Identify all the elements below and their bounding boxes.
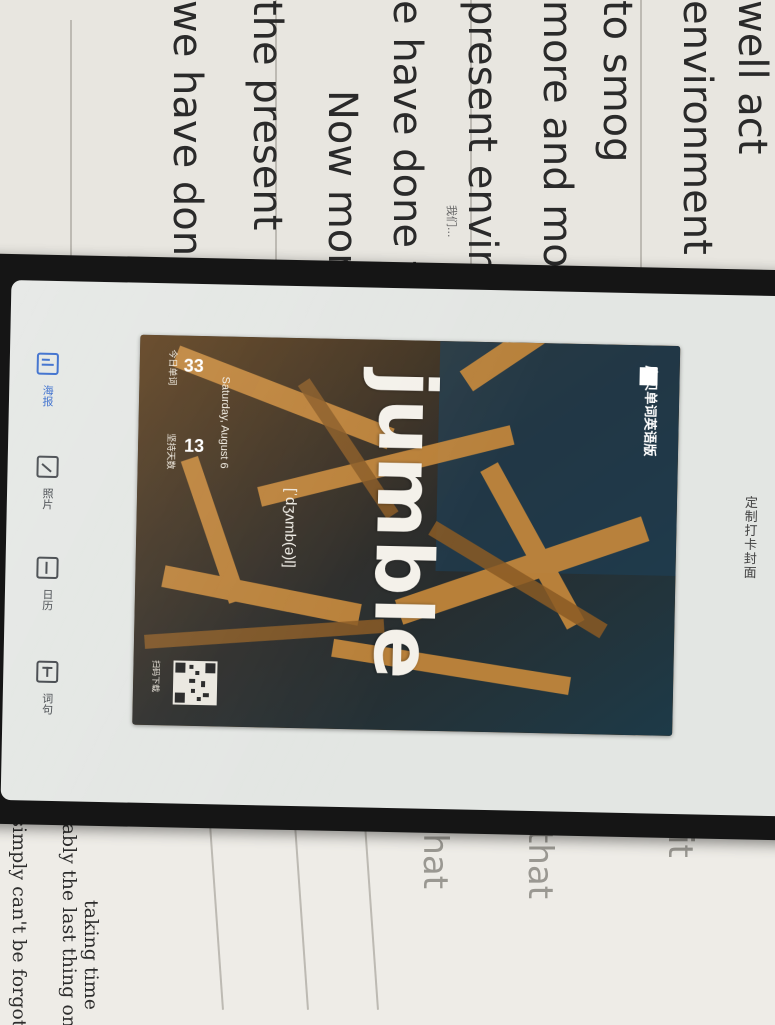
paper-rule [70, 20, 72, 280]
page-title: 定制打卡封面 [741, 495, 759, 580]
words-today-label: 今日单词 [167, 349, 179, 386]
cover-poster[interactable]: 扇贝单词英语版 jumble [ˈdʒʌmb(ə)l] Saturday, Au… [132, 334, 681, 736]
poster-brand: 扇贝单词英语版 [641, 365, 659, 457]
text-icon [36, 660, 59, 684]
photo-scene: well act environment to smog more and mo… [0, 0, 775, 1025]
poster-word: jumble [355, 369, 452, 683]
handwriting-line: we have done [164, 0, 210, 281]
days-label: 坚持天数 [165, 433, 177, 470]
calendar-icon [36, 556, 59, 580]
handwriting-line: present enviro [459, 0, 505, 290]
handwriting-area: well act environment to smog more and mo… [0, 0, 775, 290]
handwriting-note: 我们... [445, 205, 458, 238]
handwriting-line: environment [674, 0, 720, 255]
qr-label: 扫码下载 [150, 660, 161, 693]
printed-line: taking time [80, 900, 102, 1010]
tool-text[interactable]: 词句 [26, 660, 67, 715]
tool-label: 词句 [40, 692, 53, 715]
tool-label: 日历 [40, 588, 54, 611]
poster-date: Saturday, August 6 [217, 376, 232, 469]
tool-calendar[interactable]: 日历 [27, 556, 68, 611]
poster-phonetic: [ˈdʒʌmb(ə)l] [280, 487, 300, 568]
poster-icon [36, 352, 59, 376]
printed-line: obably the last thing on you [58, 800, 80, 1025]
paper-rule [640, 0, 642, 280]
phone-screen: 定制打卡封面 海报 照片 日历 词句 扇贝单词英语版 jumble [ˈdʒʌm… [0, 280, 775, 817]
image-icon [36, 455, 59, 479]
handwriting-line: e have done to [384, 0, 430, 290]
handwriting-line: to smog [594, 0, 640, 163]
handwriting-line: well act [729, 0, 775, 155]
handwriting-line: the present [244, 0, 290, 231]
ghost-handwriting: that [520, 830, 560, 900]
words-today-count: 33 [183, 355, 204, 377]
days-count: 13 [183, 435, 205, 457]
tool-label: 海报 [40, 384, 54, 407]
tool-label: 照片 [40, 487, 54, 510]
phone-device: 定制打卡封面 海报 照片 日历 词句 扇贝单词英语版 jumble [ˈdʒʌm… [0, 253, 775, 841]
tool-poster[interactable]: 海报 [27, 352, 68, 407]
qr-code [172, 660, 218, 706]
handwriting-line: more and mo [534, 0, 580, 268]
tool-image[interactable]: 照片 [27, 455, 68, 510]
printed-line: e simply can't be forgotten [8, 800, 30, 1025]
